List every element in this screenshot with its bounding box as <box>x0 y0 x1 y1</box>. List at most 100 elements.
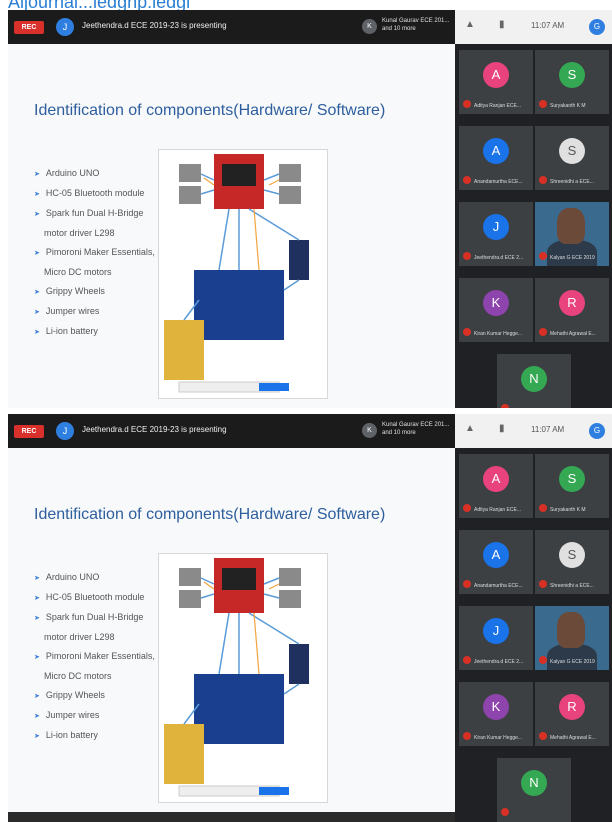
battery-icon: ▮ <box>499 423 505 434</box>
signal-icon: ▲ <box>465 19 475 30</box>
participant-tile[interactable]: Kalyan G ECE 2019 <box>535 606 609 670</box>
bullet-arrow-icon: ➤ <box>34 309 40 316</box>
slide-bullet-list: ➤ Arduino UNO ➤ HC-05 Bluetooth module ➤ Spar… <box>34 568 155 746</box>
participant-tile[interactable]: K Kiran Kumar Hegge... <box>459 278 533 342</box>
participant-avatar: S <box>559 62 585 88</box>
participant-tile[interactable]: S Shreenidhi a ECE... <box>535 126 609 190</box>
dc-motor <box>279 186 301 204</box>
slide-bullet: ➤ Li-ion battery <box>34 322 155 342</box>
others-label[interactable]: Kunal Gaurav ECE 201... and 10 more <box>382 421 452 437</box>
dc-motor <box>179 590 201 608</box>
signal-icon: ▲ <box>465 423 475 434</box>
battery-icon: ▮ <box>499 19 505 30</box>
mic-muted-icon <box>539 656 547 664</box>
slide-bullet-text: HC-05 Bluetooth module <box>45 592 145 602</box>
arduino-board <box>194 270 284 340</box>
participant-tile[interactable]: Kalyan G ECE 2019 <box>535 202 609 266</box>
bullet-arrow-icon: ➤ <box>34 171 40 178</box>
dc-motor <box>279 164 301 182</box>
slide-bullet-list: ➤ Arduino UNO ➤ HC-05 Bluetooth module ➤ Spar… <box>34 164 155 342</box>
participant-name: Aditya Ranjan ECE... <box>474 507 521 513</box>
account-avatar[interactable]: G <box>589 423 605 439</box>
battery-pack <box>164 320 204 380</box>
clock: 11:07 AM <box>531 21 565 30</box>
participant-avatar: K <box>483 290 509 316</box>
participant-avatar: A <box>483 138 509 164</box>
participant-name: Kiran Kumar Hegge... <box>474 331 523 337</box>
slide-bullet: ➤ Li-ion battery <box>34 726 155 746</box>
participants-panel: ▲ ▮ 11:07 AM G A Aditya Ranjan ECE... S Suryaka… <box>455 10 612 408</box>
participant-tile[interactable]: J Jeethendra.d ECE 2... <box>459 606 533 670</box>
participant-tile[interactable]: R Mehathi Agrawal E... <box>535 278 609 342</box>
participant-avatar: R <box>559 694 585 720</box>
slide-bullet: motor driver L298 <box>34 224 155 243</box>
slide-bullet: ➤ Grippy Wheels <box>34 282 155 302</box>
account-avatar[interactable]: G <box>589 19 605 35</box>
participant-tile[interactable]: J Jeethendra.d ECE 2... <box>459 202 533 266</box>
slide-bullet-text: Grippy Wheels <box>45 286 105 296</box>
circuit-diagram-image <box>158 149 328 399</box>
participant-avatar: N <box>521 366 547 392</box>
slide-bullet-text: Arduino UNO <box>45 572 100 582</box>
participant-video <box>557 208 585 244</box>
participant-tile[interactable]: A Aditya Ranjan ECE... <box>459 454 533 518</box>
dc-motor <box>279 590 301 608</box>
dc-motor <box>279 568 301 586</box>
bullet-arrow-icon: ➤ <box>34 250 40 257</box>
bullet-arrow-icon: ➤ <box>34 654 40 661</box>
participant-tile[interactable]: N <box>497 758 571 822</box>
others-label[interactable]: Kunal Gaurav ECE 201... and 10 more <box>382 17 452 33</box>
bullet-arrow-icon: ➤ <box>34 191 40 198</box>
bullet-arrow-icon: ➤ <box>34 329 40 336</box>
slide-bullet: ➤ HC-05 Bluetooth module <box>34 184 155 204</box>
mic-muted-icon <box>539 732 547 740</box>
slide-bullet: ➤ Jumper wires <box>34 302 155 322</box>
participant-avatar: A <box>483 542 509 568</box>
mic-muted-icon <box>463 176 471 184</box>
participant-tile[interactable]: A Aditya Ranjan ECE... <box>459 50 533 114</box>
bluetooth-module <box>289 644 309 684</box>
meet-top-bar: REC J Jeethendra.d ECE 2019-23 is presenti… <box>8 10 455 44</box>
participant-tile[interactable]: S Suryakanth K M <box>535 454 609 518</box>
bullet-arrow-icon: ➤ <box>34 615 40 622</box>
mic-muted-icon <box>463 732 471 740</box>
presenter-avatar: J <box>56 422 74 440</box>
participant-tile[interactable]: S Suryakanth K M <box>535 50 609 114</box>
mic-muted-icon <box>463 252 471 260</box>
participant-avatar: R <box>559 290 585 316</box>
circuit-svg <box>164 558 309 797</box>
status-bar: ▲ ▮ 11:07 AM G <box>455 10 612 44</box>
slide-bullet: Micro DC motors <box>34 263 155 282</box>
slide-bullet: ➤ Arduino UNO <box>34 164 155 184</box>
mic-muted-icon <box>463 504 471 512</box>
participant-tile[interactable]: R Mehathi Agrawal E... <box>535 682 609 746</box>
mic-muted-icon <box>539 100 547 108</box>
participant-tile[interactable]: K Kiran Kumar Hegge... <box>459 682 533 746</box>
slide-bullet-text: Pimoroni Maker Essentials, <box>45 651 155 661</box>
bullet-arrow-icon: ➤ <box>34 575 40 582</box>
presenting-label: Jeethendra.d ECE 2019-23 is presenting <box>82 21 227 30</box>
slide-bullet: ➤ HC-05 Bluetooth module <box>34 588 155 608</box>
participant-tile[interactable]: A Anandamurtha ECE... <box>459 530 533 594</box>
participant-tile[interactable]: S Shreenidhi a ECE... <box>535 530 609 594</box>
mic-muted-icon <box>539 252 547 260</box>
arduino-board <box>194 674 284 744</box>
others-avatar[interactable]: K <box>362 423 377 438</box>
participant-avatar: K <box>483 694 509 720</box>
mic-muted-icon <box>539 580 547 588</box>
slide-title: Identification of components(Hardware/ S… <box>34 506 386 523</box>
dc-motor <box>179 186 201 204</box>
slide-bullet-text: Grippy Wheels <box>45 690 105 700</box>
others-avatar[interactable]: K <box>362 19 377 34</box>
clock: 11:07 AM <box>531 425 565 434</box>
slide-bullet-text: Spark fun Dual H-Bridge <box>45 208 144 218</box>
bullet-arrow-icon: ➤ <box>34 713 40 720</box>
participants-panel: ▲ ▮ 11:07 AM G A Aditya Ranjan ECE... S Suryaka… <box>455 414 612 822</box>
presenter-avatar: J <box>56 18 74 36</box>
participant-name: Jeethendra.d ECE 2... <box>474 255 524 261</box>
recording-badge: REC <box>14 425 44 438</box>
participant-avatar: S <box>559 542 585 568</box>
participant-tile[interactable]: N <box>497 354 571 408</box>
meeting-screenshot-1: REC J Jeethendra.d ECE 2019-23 is presenti… <box>8 10 612 408</box>
participant-tile[interactable]: A Anandamurtha ECE... <box>459 126 533 190</box>
